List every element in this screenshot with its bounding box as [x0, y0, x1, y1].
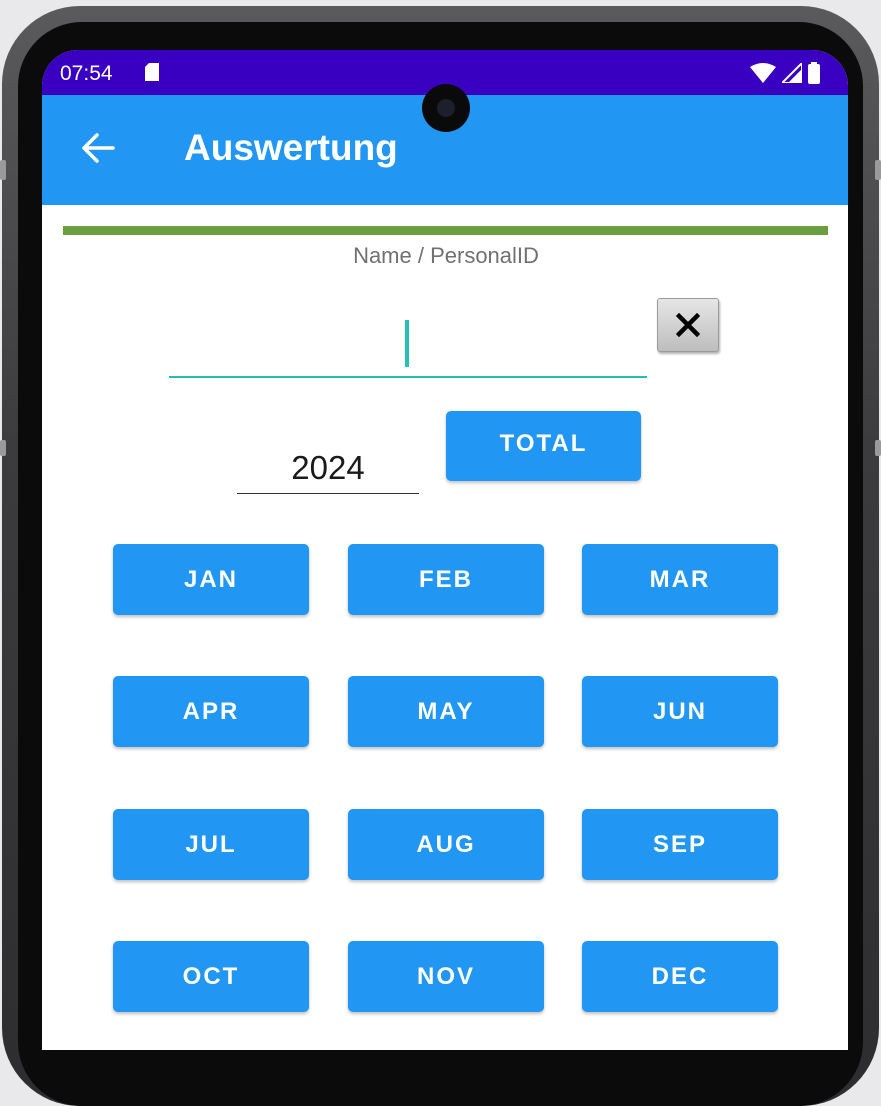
- status-icons: [750, 62, 820, 84]
- month-button-mar[interactable]: MAR: [582, 544, 778, 615]
- battery-icon: [808, 62, 820, 84]
- month-button-apr[interactable]: APR: [113, 676, 309, 747]
- phone-screen: 07:54 Auswertung Name / PersonalID 2024 …: [42, 50, 848, 1050]
- month-button-may[interactable]: MAY: [348, 676, 544, 747]
- sd-card-icon: [145, 63, 159, 81]
- side-button: [875, 160, 881, 180]
- side-button: [875, 440, 881, 456]
- month-button-aug[interactable]: AUG: [348, 809, 544, 880]
- month-button-jan[interactable]: JAN: [113, 544, 309, 615]
- close-icon: [676, 313, 700, 337]
- month-button-nov[interactable]: NOV: [348, 941, 544, 1012]
- month-button-dec[interactable]: DEC: [582, 941, 778, 1012]
- month-button-oct[interactable]: OCT: [113, 941, 309, 1012]
- side-button: [0, 160, 6, 180]
- page-title: Auswertung: [184, 127, 398, 168]
- status-time: 07:54: [60, 62, 113, 85]
- month-button-jul[interactable]: JUL: [113, 809, 309, 880]
- month-button-feb[interactable]: FEB: [348, 544, 544, 615]
- month-button-sep[interactable]: SEP: [582, 809, 778, 880]
- front-camera: [422, 84, 470, 132]
- clear-button[interactable]: [657, 298, 719, 352]
- total-button[interactable]: TOTAL: [446, 411, 641, 481]
- signal-icon: [782, 63, 802, 83]
- name-field-label: Name / PersonalID: [353, 243, 539, 268]
- arrow-left-icon[interactable]: [80, 130, 116, 166]
- wifi-icon: [750, 63, 776, 83]
- year-input[interactable]: 2024: [237, 443, 419, 494]
- month-button-jun[interactable]: JUN: [582, 676, 778, 747]
- divider: [63, 226, 828, 235]
- side-button: [0, 440, 6, 456]
- text-cursor: [405, 320, 409, 367]
